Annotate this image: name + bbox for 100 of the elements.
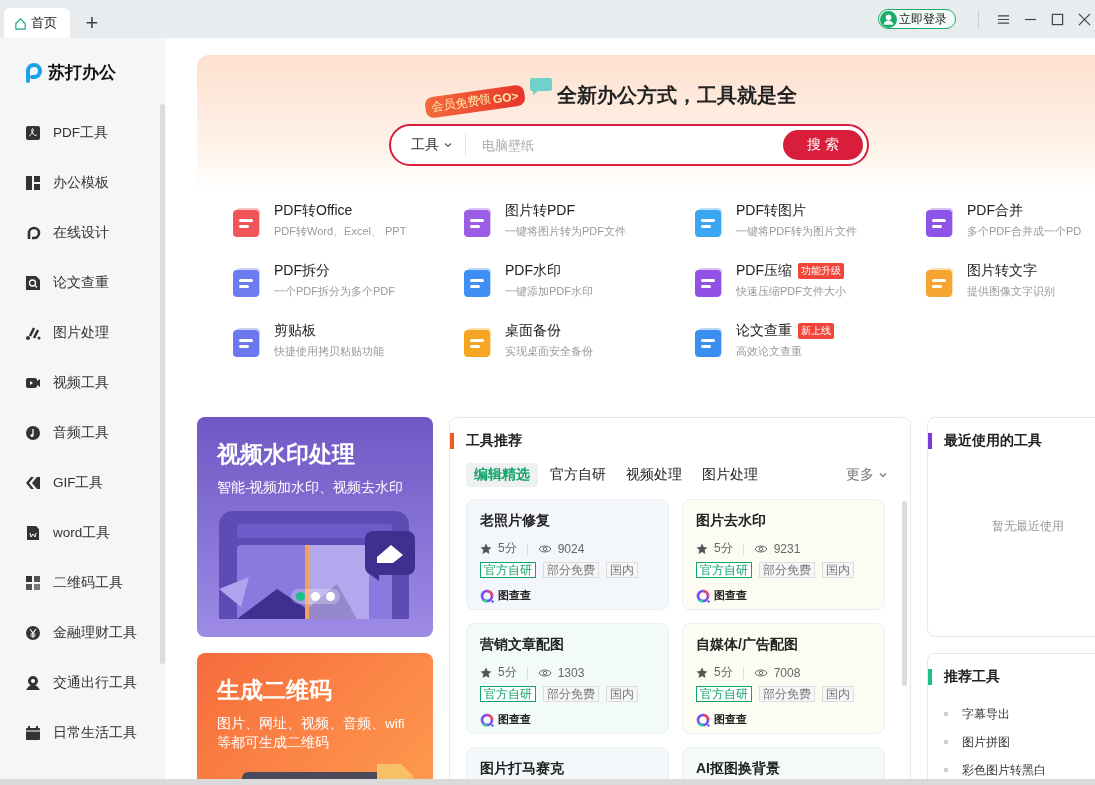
source-name: 图查查 [498,713,531,727]
tool-card[interactable]: 图片打马赛克 [466,747,669,779]
promo-title: 视频水印处理 [217,440,356,469]
tool-name: PDF转Office [274,202,353,220]
tool-name: PDF拆分 [274,262,330,280]
card-title: 自媒体/广告配图 [696,636,799,654]
calendar-icon [25,725,41,741]
suggested-tool-link[interactable]: 图片拼图 [962,733,1010,751]
tool-name: PDF水印 [505,262,561,280]
document-search-icon [25,275,41,291]
tool-name: PDF压缩 [736,262,792,280]
star-icon [480,542,492,555]
tool-name: PDF转图片 [736,202,806,220]
tool-item[interactable]: PDF转Office PDF转Word、Excel、 PPT [232,202,463,262]
chat-bubble-icon [528,75,553,96]
suggested-tool-link[interactable]: 字幕导出 [962,705,1010,723]
tool-card[interactable]: AI抠图换背景 [682,747,885,779]
tool-item[interactable]: 剪贴板 快捷使用拷贝粘贴功能 [232,322,463,382]
suggested-tool-link[interactable]: 彩色图片转黑白 [962,761,1046,779]
new-tab-button[interactable]: + [82,8,102,38]
search-button[interactable]: 搜 索 [783,130,863,160]
tag: 国内 [606,686,638,702]
eye-icon [537,667,552,678]
pdf-icon [25,125,41,141]
sidebar-item[interactable]: 在线设计 [0,208,166,258]
panel-title: 最近使用的工具 [944,432,1042,450]
close-icon[interactable] [1078,12,1091,26]
source-name: 图查查 [714,589,747,603]
sidebar-item[interactable]: GIF工具 [0,458,166,508]
menu-icon[interactable] [997,12,1010,26]
tool-item[interactable]: PDF压缩 功能升级 快速压缩PDF文件大小 [694,262,925,322]
promo-subtitle: 智能-视频加水印、视频去水印 [217,479,405,497]
panel-title: 推荐工具 [944,668,1000,686]
tool-description: 实现桌面安全备份 [505,344,593,359]
qr-code-icon [25,575,41,591]
image-icon [25,325,41,341]
star-icon [696,666,708,679]
tool-badge: 功能升级 [798,263,844,279]
tag: 部分免费 [759,562,815,578]
scrollbar[interactable] [0,779,1095,785]
empty-message: 暂无最近使用 [991,518,1065,535]
tool-card[interactable]: 自媒体/广告配图 5分 7008 官方自研 部分免费 国内 图查查 [682,623,885,734]
tag: 官方自研 [696,562,752,578]
search-field[interactable]: 工具 电脑壁纸 搜 索 [389,124,869,166]
tool-description: 一键将图片转为PDF文件 [505,224,626,239]
tool-item[interactable]: 桌面备份 实现桌面安全备份 [463,322,694,382]
tool-name: 剪贴板 [274,322,316,340]
source-logo-icon [696,713,710,727]
sidebar-item[interactable]: 图片处理 [0,308,166,358]
promo-subtitle: 图片、网址、视频、音频、wifi等都可生成二维码 [217,715,406,752]
scrollbar[interactable] [902,501,907,686]
sidebar-item[interactable]: 日常生活工具 [0,708,166,758]
tool-item[interactable]: 图片转PDF 一键将图片转为PDF文件 [463,202,694,262]
hero-title: 全新办公方式，工具就是全 [556,83,797,108]
view-count: 9231 [773,541,801,556]
tool-card[interactable]: 老照片修复 5分 9024 官方自研 部分免费 国内 图查查 [466,499,669,610]
tag: 国内 [822,562,854,578]
logo-icon [24,62,44,83]
category-tab[interactable]: 图片处理 [694,463,766,487]
location-pin-icon [25,675,41,691]
carousel-dot[interactable] [296,592,305,601]
tool-item[interactable]: PDF合并 多个PDF合并成一个PD [925,202,1095,262]
tool-description: 快捷使用拷贝粘贴功能 [274,344,384,359]
carousel-dot[interactable] [311,592,320,601]
category-tab[interactable]: 视频处理 [618,463,690,487]
search-input[interactable]: 电脑壁纸 [466,136,783,154]
yen-icon [25,625,41,641]
sidebar-item[interactable]: 音频工具 [0,408,166,458]
tool-description: 高效论文查重 [736,344,803,359]
scrollbar[interactable] [160,104,165,664]
source-name: 图查查 [714,713,747,727]
source-logo-icon [696,589,710,603]
view-count: 7008 [773,665,801,680]
login-button[interactable]: 立即登录 [878,9,956,29]
tool-card[interactable]: 营销文章配图 5分 1303 官方自研 部分免费 国内 图查查 [466,623,669,734]
category-tab[interactable]: 官方自研 [542,463,614,487]
user-icon [880,10,897,28]
eye-icon [537,543,552,554]
home-tab[interactable]: 首页 [4,8,70,38]
rating-text: 5分 [498,664,517,681]
tag: 国内 [606,562,638,578]
tool-card[interactable]: 图片去水印 5分 9231 官方自研 部分免费 国内 图查查 [682,499,885,610]
view-count: 9024 [557,541,585,556]
tool-item[interactable]: 图片转文字 提供图像文字识别 [925,262,1095,322]
sidebar-item[interactable]: 办公模板 [0,158,166,208]
maximize-icon[interactable] [1051,12,1064,26]
carousel-dot[interactable] [326,592,335,601]
tool-description: PDF转Word、Excel、 PPT [274,224,407,239]
tool-item[interactable]: 论文查重 新上线 高效论文查重 [694,322,925,382]
tool-item[interactable]: PDF转图片 一键将PDF转为图片文件 [694,202,925,262]
tool-description: 一键添加PDF水印 [505,284,593,299]
sidebar-item[interactable]: word工具 [0,508,166,558]
tool-item[interactable]: PDF水印 一键添加PDF水印 [463,262,694,322]
card-title: AI抠图换背景 [696,760,781,778]
sidebar-item[interactable]: 视频工具 [0,358,166,408]
promo-card[interactable]: 视频水印处理 智能-视频加水印、视频去水印 [197,417,433,637]
video-icon [25,375,41,391]
sidebar-item[interactable]: 二维码工具 [0,558,166,608]
more-button[interactable]: 更多 [846,466,888,484]
tool-item[interactable]: PDF拆分 一个PDF拆分为多个PDF [232,262,463,322]
